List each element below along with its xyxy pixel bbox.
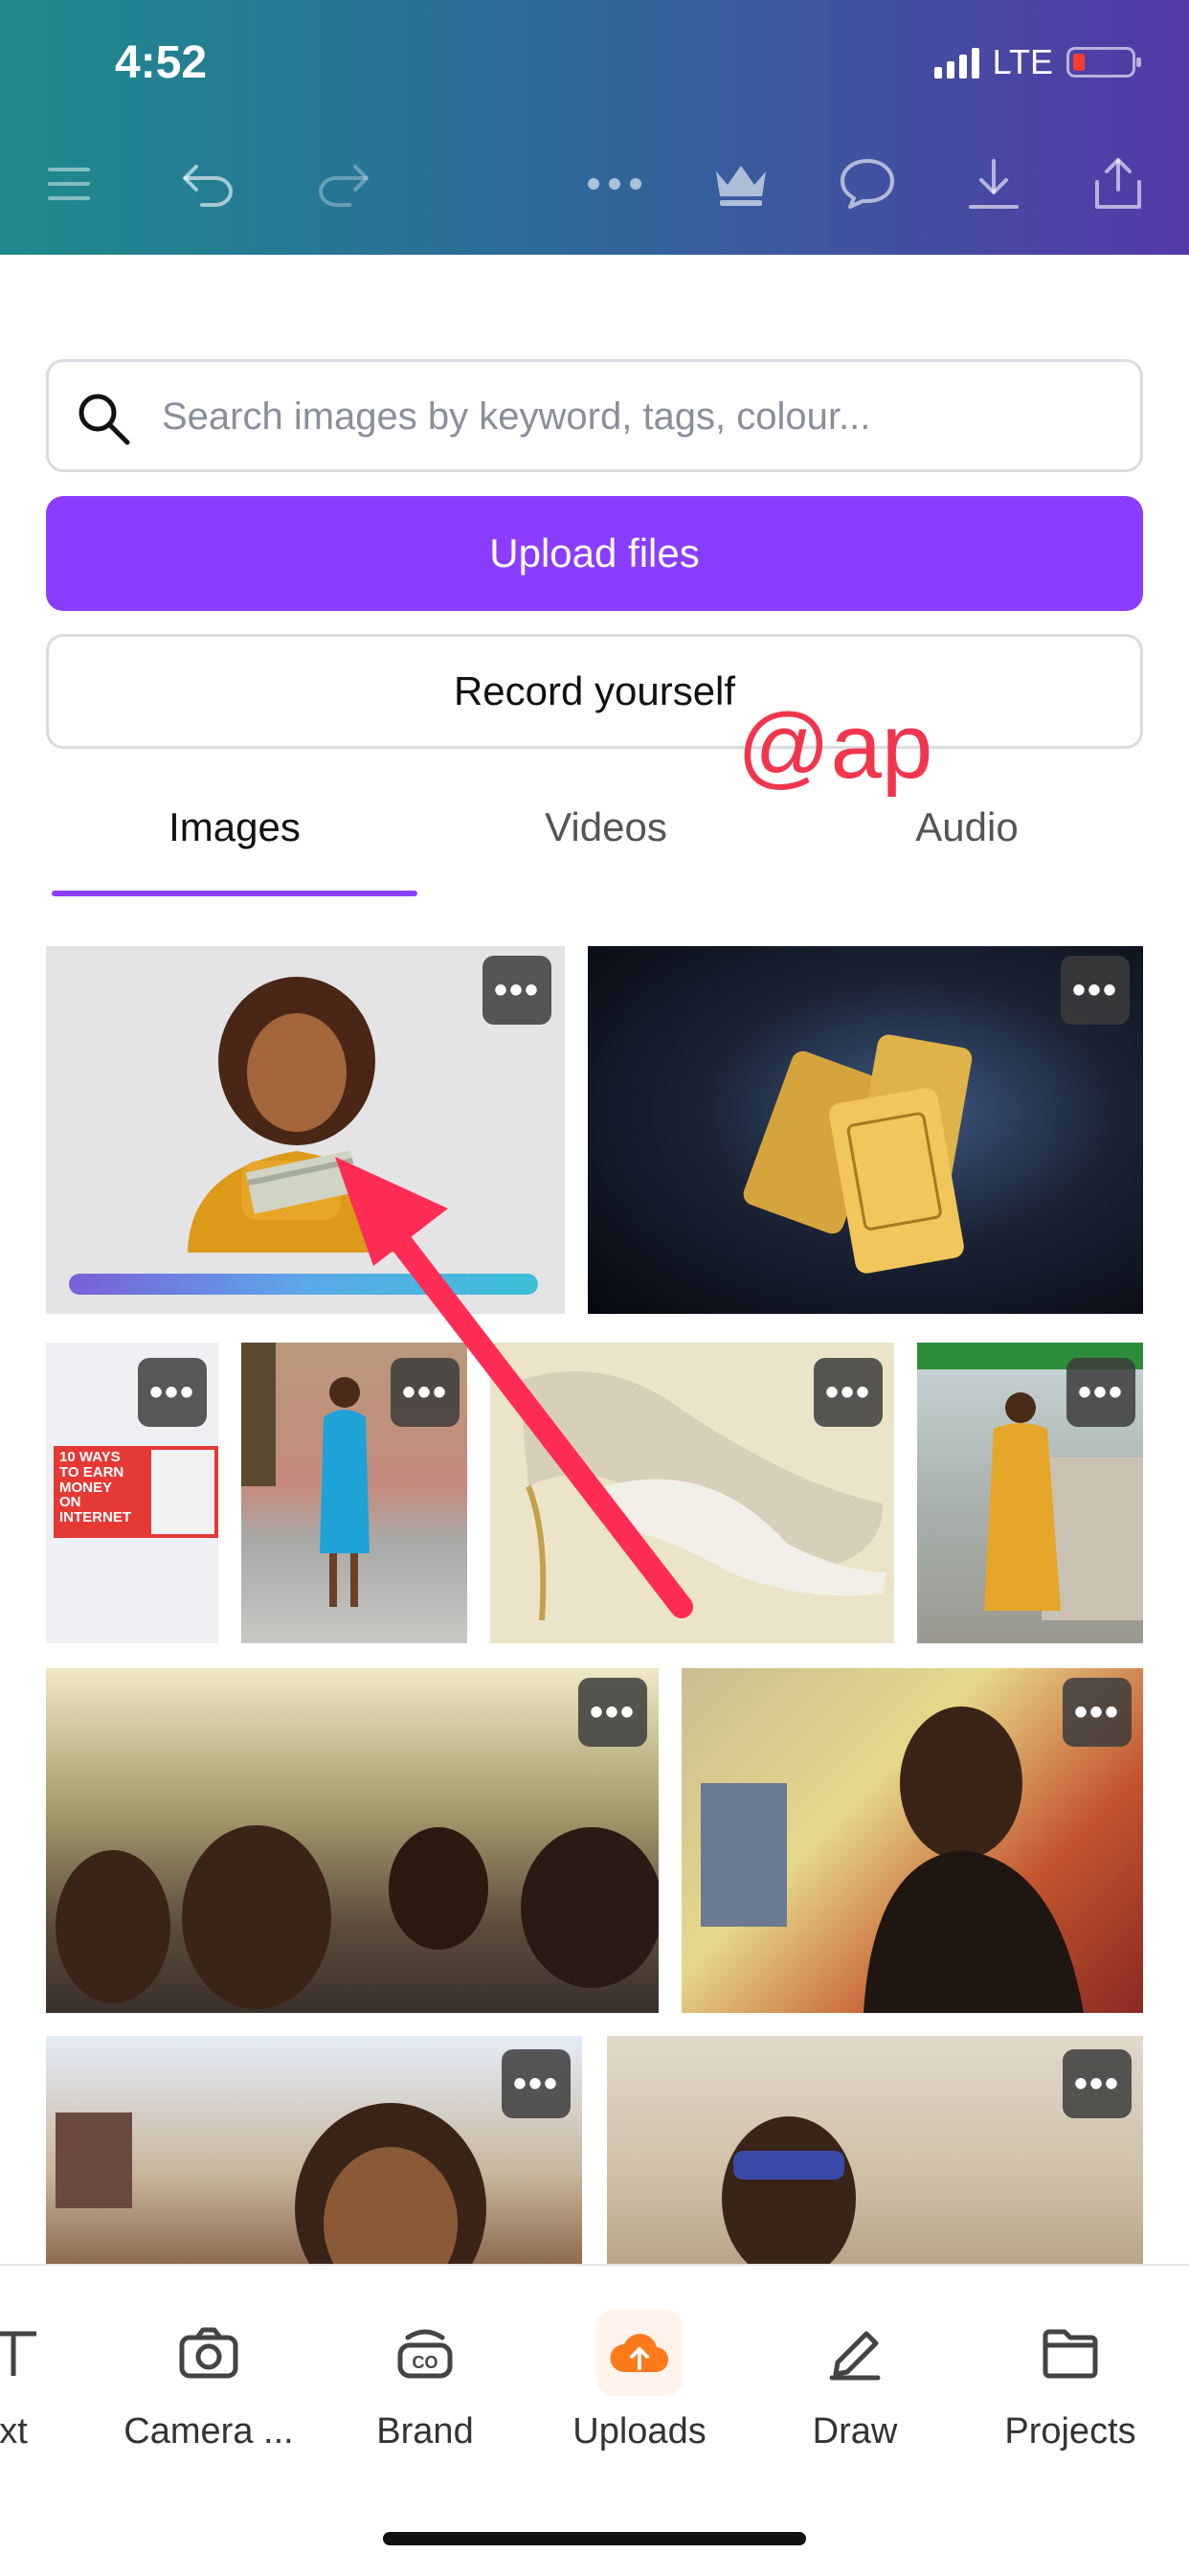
thumbnail-woman-blue-dress[interactable]: •••	[241, 1343, 467, 1643]
more-icon[interactable]	[576, 151, 653, 216]
menu-icon[interactable]	[31, 151, 107, 216]
pen-icon	[812, 2310, 898, 2396]
status-time: 4:52	[115, 37, 208, 88]
text-icon	[0, 2310, 56, 2396]
comment-icon[interactable]	[829, 151, 906, 216]
thumbnail-hall-audience[interactable]: •••	[46, 1668, 659, 2013]
more-options-button[interactable]: •••	[1063, 1678, 1132, 1747]
upload-files-button[interactable]: Upload files	[46, 496, 1143, 611]
more-options-button[interactable]: •••	[1061, 956, 1130, 1025]
nav-text[interactable]: xt	[0, 2310, 109, 2452]
thumbnail-woman-with-money[interactable]: •••	[46, 946, 565, 1314]
search-box[interactable]	[46, 359, 1143, 472]
nav-uploads[interactable]: Uploads	[544, 2310, 735, 2452]
more-options-button[interactable]: •••	[1066, 1358, 1135, 1427]
share-icon[interactable]	[1080, 151, 1156, 216]
upload-cloud-icon	[596, 2310, 683, 2396]
download-icon[interactable]	[955, 151, 1032, 216]
network-type: LTE	[992, 42, 1053, 81]
camera-icon	[166, 2310, 252, 2396]
upload-progress-bar	[69, 1274, 538, 1295]
nav-camera[interactable]: Camera ...	[113, 2310, 304, 2452]
status-icons: LTE	[933, 42, 1141, 82]
redo-icon[interactable]	[304, 151, 381, 216]
nav-projects[interactable]: Projects	[975, 2310, 1166, 2452]
thumbnail-heels-shoes[interactable]: •••	[490, 1343, 894, 1643]
more-options-button[interactable]: •••	[138, 1358, 207, 1427]
drag-handle[interactable]	[537, 278, 652, 289]
active-tab-indicator	[52, 891, 417, 896]
tab-videos[interactable]: Videos	[467, 804, 745, 850]
more-options-button[interactable]: •••	[1063, 2049, 1132, 2118]
gold-bars-image	[743, 1034, 973, 1274]
home-indicator[interactable]	[383, 2532, 806, 2545]
promo-person	[151, 1450, 214, 1534]
svg-text:CO: CO	[413, 2353, 438, 2372]
thumbnail-woman-selfie-hall[interactable]: •••	[682, 1668, 1143, 2013]
thumbnail-woman-sunglasses[interactable]: •••	[607, 2036, 1143, 2266]
folder-icon	[1027, 2310, 1113, 2396]
more-options-button[interactable]: •••	[391, 1358, 460, 1427]
more-options-button[interactable]: •••	[578, 1678, 647, 1747]
promo-text: 10 WAYS TO EARN MONEY ON INTERNET	[59, 1449, 131, 1525]
thumbnail-earn-money-graphic[interactable]: 10 WAYS TO EARN MONEY ON INTERNET •••	[46, 1343, 218, 1643]
more-options-button[interactable]: •••	[814, 1358, 883, 1427]
search-icon	[79, 394, 130, 445]
hall-audience-image	[56, 1825, 659, 2009]
nav-brand[interactable]: CO Brand	[329, 2310, 521, 2452]
battery-icon	[1066, 47, 1141, 78]
nav-draw[interactable]: Draw	[759, 2310, 951, 2452]
brand-icon: CO	[382, 2310, 468, 2396]
search-input[interactable]	[160, 389, 1102, 444]
signal-icon	[933, 46, 979, 79]
tab-images[interactable]: Images	[52, 804, 417, 850]
promo-banner: 10 WAYS TO EARN MONEY ON INTERNET	[54, 1446, 218, 1538]
thumbnail-woman-eating[interactable]: •••	[46, 2036, 582, 2266]
more-options-button[interactable]: •••	[482, 956, 551, 1025]
thumbnail-gold-bars[interactable]: •••	[588, 946, 1143, 1314]
more-options-button[interactable]: •••	[502, 2049, 571, 2118]
record-yourself-button[interactable]: Record yourself	[46, 634, 1143, 749]
tab-audio[interactable]: Audio	[842, 804, 1091, 850]
watermark-text: @ap	[737, 695, 933, 798]
app-header: 4:52 LTE	[0, 0, 1189, 255]
undo-icon[interactable]	[170, 151, 247, 216]
crown-icon[interactable]	[703, 151, 779, 216]
thumbnail-woman-yellow-dress[interactable]: •••	[917, 1343, 1143, 1643]
